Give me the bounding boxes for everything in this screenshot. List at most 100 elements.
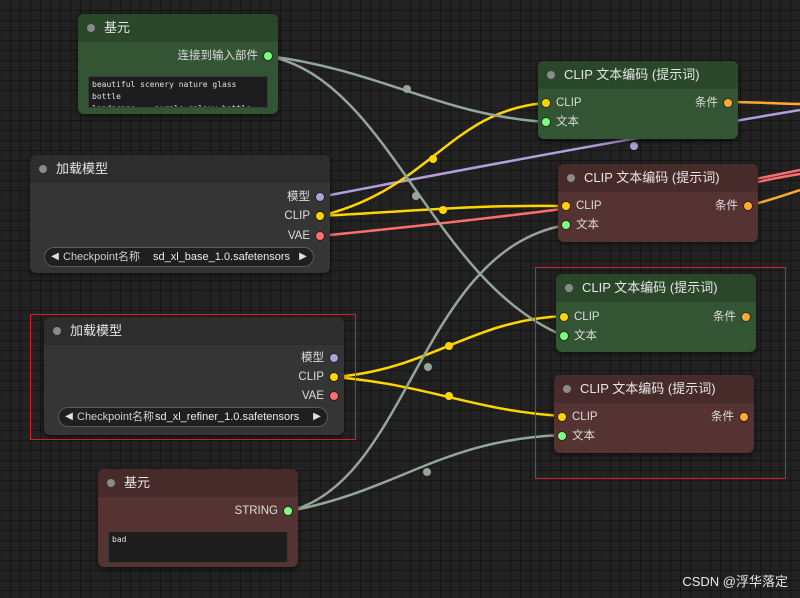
- output-label: VAE: [301, 390, 324, 402]
- collapse-dot-icon[interactable]: [547, 71, 555, 79]
- input-label: CLIP: [556, 97, 582, 109]
- wire-midpoint: [429, 155, 437, 163]
- node-title-bar[interactable]: 加载模型: [30, 155, 330, 183]
- load-model-node-base[interactable]: 加载模型 模型 CLIP VAE ◀ Checkpoint名称 sd_xl_ba…: [30, 155, 330, 273]
- node-title-bar[interactable]: CLIP 文本编码 (提示词): [538, 61, 738, 89]
- wire-midpoint: [630, 142, 638, 150]
- output-slot-conditioning[interactable]: 条件: [713, 310, 750, 324]
- node-title-bar[interactable]: CLIP 文本编码 (提示词): [554, 375, 754, 403]
- input-label: CLIP: [572, 411, 598, 423]
- node-title-bar[interactable]: 基元: [78, 14, 278, 42]
- input-label: 文本: [556, 116, 579, 128]
- wire-vae-right: [757, 172, 800, 184]
- clip-text-encode-node-4[interactable]: CLIP 文本编码 (提示词) CLIP 文本 条件: [554, 375, 754, 453]
- collapse-dot-icon[interactable]: [567, 174, 575, 182]
- output-label: VAE: [287, 230, 310, 242]
- wire-midpoint: [439, 206, 447, 214]
- arrow-right-icon[interactable]: ▶: [309, 408, 325, 426]
- node-title-bar[interactable]: CLIP 文本编码 (提示词): [556, 274, 756, 302]
- checkpoint-combo[interactable]: ◀ Checkpoint名称 sd_xl_base_1.0.safetensor…: [44, 247, 314, 267]
- output-slot-model[interactable]: 模型: [301, 351, 338, 365]
- node-title-bar[interactable]: 基元: [98, 469, 298, 497]
- output-label: CLIP: [284, 210, 310, 222]
- model-pin-icon[interactable]: [330, 354, 338, 362]
- conditioning-pin-icon[interactable]: [724, 99, 732, 107]
- arrow-left-icon[interactable]: ◀: [61, 408, 77, 426]
- clip-pin-icon[interactable]: [560, 313, 568, 321]
- output-slot-conditioning[interactable]: 条件: [695, 96, 732, 110]
- prompt-text-area[interactable]: bad: [108, 531, 288, 563]
- collapse-dot-icon[interactable]: [39, 165, 47, 173]
- input-label: CLIP: [574, 311, 600, 323]
- wire-midpoint: [424, 363, 432, 371]
- string-pin-icon[interactable]: [560, 332, 568, 340]
- wire-cond-1: [727, 100, 800, 106]
- node-title-bar[interactable]: CLIP 文本编码 (提示词): [558, 164, 758, 192]
- clip-text-encode-node-2[interactable]: CLIP 文本编码 (提示词) CLIP 文本 条件: [558, 164, 758, 242]
- wire-midpoint: [412, 192, 420, 200]
- combo-label: Checkpoint名称: [77, 411, 155, 423]
- input-label: CLIP: [576, 200, 602, 212]
- output-slot-conditioning[interactable]: 条件: [711, 410, 748, 424]
- clip-pin-icon[interactable]: [316, 212, 324, 220]
- prompt-text-area[interactable]: beautiful scenery nature glass bottle la…: [88, 76, 268, 108]
- node-title: 基元: [124, 475, 151, 490]
- node-title-bar[interactable]: 加载模型: [44, 317, 344, 345]
- output-label: CLIP: [298, 371, 324, 383]
- clip-pin-icon[interactable]: [558, 413, 566, 421]
- primitive-node-bottom[interactable]: 基元 STRING bad: [98, 469, 298, 567]
- node-title: 加载模型: [56, 161, 109, 176]
- node-title: CLIP 文本编码 (提示词): [564, 67, 700, 82]
- string-pin-icon[interactable]: [284, 507, 292, 515]
- string-pin-icon[interactable]: [562, 221, 570, 229]
- output-slot-conditioning[interactable]: 条件: [715, 199, 752, 213]
- conditioning-pin-icon[interactable]: [744, 202, 752, 210]
- node-graph-canvas[interactable]: 基元 连接到输入部件 beautiful scenery nature glas…: [0, 0, 800, 598]
- combo-label: Checkpoint名称: [63, 251, 141, 263]
- conditioning-pin-icon[interactable]: [740, 413, 748, 421]
- primitive-node-top[interactable]: 基元 连接到输入部件 beautiful scenery nature glas…: [78, 14, 278, 114]
- collapse-dot-icon[interactable]: [107, 479, 115, 487]
- input-slot-clip[interactable]: CLIP: [558, 410, 598, 424]
- collapse-dot-icon[interactable]: [87, 24, 95, 32]
- node-title: CLIP 文本编码 (提示词): [582, 280, 718, 295]
- output-slot-clip[interactable]: CLIP: [284, 209, 324, 223]
- checkpoint-combo[interactable]: ◀ Checkpoint名称 sd_xl_refiner_1.0.safeten…: [58, 407, 328, 427]
- arrow-right-icon[interactable]: ▶: [295, 248, 311, 266]
- wire-midpoint: [445, 392, 453, 400]
- model-pin-icon[interactable]: [316, 193, 324, 201]
- output-label: 条件: [713, 311, 736, 323]
- clip-pin-icon[interactable]: [562, 202, 570, 210]
- input-slot-text[interactable]: 文本: [560, 329, 597, 343]
- vae-pin-icon[interactable]: [330, 392, 338, 400]
- collapse-dot-icon[interactable]: [563, 385, 571, 393]
- input-slot-text[interactable]: 文本: [562, 218, 599, 232]
- output-slot-vae[interactable]: VAE: [288, 229, 324, 243]
- output-slot-connect[interactable]: 连接到输入部件: [177, 49, 272, 63]
- clip-text-encode-node-3[interactable]: CLIP 文本编码 (提示词) CLIP 文本 条件: [556, 274, 756, 352]
- output-slot-vae[interactable]: VAE: [302, 389, 338, 403]
- input-slot-clip[interactable]: CLIP: [562, 199, 602, 213]
- clip-pin-icon[interactable]: [542, 99, 550, 107]
- arrow-left-icon[interactable]: ◀: [47, 248, 63, 266]
- collapse-dot-icon[interactable]: [53, 327, 61, 335]
- clip-text-encode-node-1[interactable]: CLIP 文本编码 (提示词) CLIP 文本 条件: [538, 61, 738, 139]
- string-pin-icon[interactable]: [264, 52, 272, 60]
- input-slot-text[interactable]: 文本: [542, 115, 579, 129]
- input-slot-text[interactable]: 文本: [558, 429, 595, 443]
- string-pin-icon[interactable]: [558, 432, 566, 440]
- clip-pin-icon[interactable]: [330, 373, 338, 381]
- load-model-node-refiner[interactable]: 加载模型 模型 CLIP VAE ◀ Checkpoint名称 sd_xl_re…: [44, 317, 344, 435]
- string-pin-icon[interactable]: [542, 118, 550, 126]
- collapse-dot-icon[interactable]: [565, 284, 573, 292]
- input-slot-clip[interactable]: CLIP: [560, 310, 600, 324]
- output-label: 连接到输入部件: [177, 50, 259, 62]
- output-label: 模型: [301, 352, 324, 364]
- output-slot-clip[interactable]: CLIP: [298, 370, 338, 384]
- conditioning-pin-icon[interactable]: [742, 313, 750, 321]
- output-slot-model[interactable]: 模型: [287, 190, 324, 204]
- output-slot-string[interactable]: STRING: [235, 504, 292, 518]
- vae-pin-icon[interactable]: [316, 232, 324, 240]
- input-slot-clip[interactable]: CLIP: [542, 96, 582, 110]
- output-label: 条件: [711, 411, 734, 423]
